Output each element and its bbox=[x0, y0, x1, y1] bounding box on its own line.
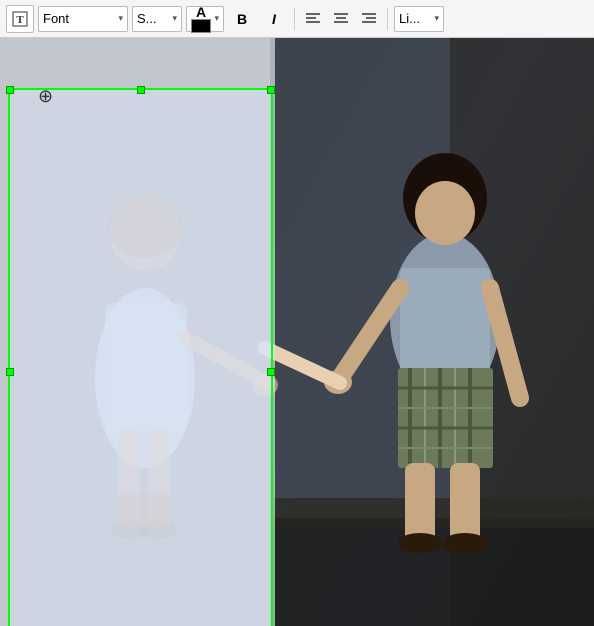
font-dropdown-arrow: ▾ bbox=[118, 13, 123, 24]
align-right-icon bbox=[361, 12, 377, 26]
color-dropdown[interactable]: A ▾ bbox=[186, 6, 224, 32]
bold-button[interactable]: B bbox=[228, 6, 256, 32]
font-label: Font bbox=[43, 11, 69, 26]
align-center-button[interactable] bbox=[329, 6, 353, 32]
color-indicator bbox=[191, 19, 211, 33]
resize-handle-mr[interactable] bbox=[267, 368, 275, 376]
svg-text:T: T bbox=[16, 14, 24, 26]
align-right-button[interactable] bbox=[357, 6, 381, 32]
text-tool-button[interactable]: T bbox=[6, 5, 34, 33]
align-left-button[interactable] bbox=[301, 6, 325, 32]
align-center-icon bbox=[333, 12, 349, 26]
resize-handle-tr[interactable] bbox=[267, 86, 275, 94]
selected-text-box[interactable] bbox=[8, 88, 273, 626]
resize-handle-tl[interactable] bbox=[6, 86, 14, 94]
toolbar: T Font ▾ S... ▾ A ▾ B I bbox=[0, 0, 594, 38]
line-label: Li... bbox=[399, 11, 420, 26]
move-cursor-icon: ⊕ bbox=[38, 86, 53, 107]
align-left-icon bbox=[305, 12, 321, 26]
font-dropdown[interactable]: Font ▾ bbox=[38, 6, 128, 32]
size-dropdown[interactable]: S... ▾ bbox=[132, 6, 182, 32]
divider-1 bbox=[294, 8, 295, 30]
size-dropdown-arrow: ▾ bbox=[172, 13, 177, 24]
color-label: A bbox=[196, 5, 206, 19]
text-tool-icon: T bbox=[12, 11, 28, 27]
italic-button[interactable]: I bbox=[260, 6, 288, 32]
canvas-area[interactable]: ⊕ bbox=[0, 38, 594, 626]
line-spacing-dropdown[interactable]: Li... ▾ bbox=[394, 6, 444, 32]
resize-handle-tm[interactable] bbox=[137, 86, 145, 94]
line-dropdown-arrow: ▾ bbox=[434, 13, 439, 24]
resize-handle-ml[interactable] bbox=[6, 368, 14, 376]
size-label: S... bbox=[137, 11, 157, 26]
divider-2 bbox=[387, 8, 388, 30]
color-dropdown-arrow: ▾ bbox=[214, 13, 219, 24]
